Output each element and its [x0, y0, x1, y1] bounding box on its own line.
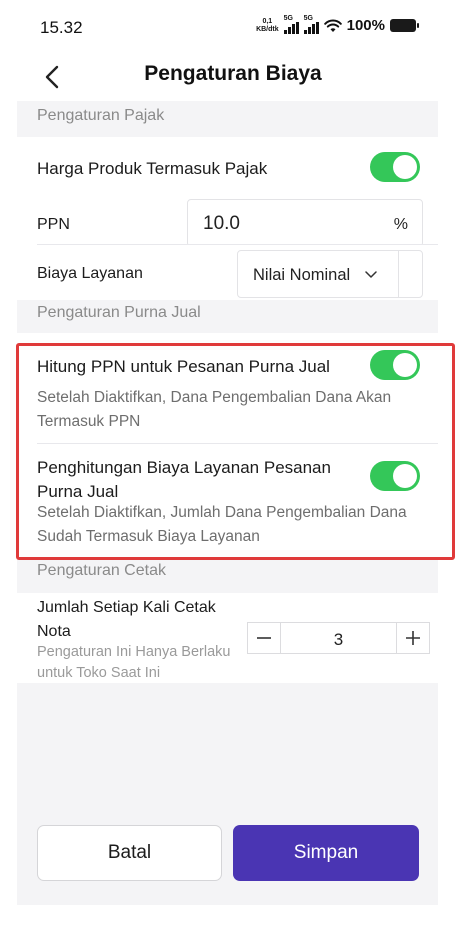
wifi-icon [323, 19, 342, 32]
print-count-value[interactable]: 3 [280, 623, 397, 653]
section-title-print: Pengaturan Cetak [37, 562, 166, 579]
decrement-button[interactable] [248, 623, 280, 653]
signal-icon: 5G [283, 15, 299, 34]
section-title-tax: Pengaturan Pajak [37, 107, 165, 124]
row-service-fee: Biaya Layanan Nilai Nominal [17, 244, 438, 300]
status-time: 15.32 [40, 18, 83, 37]
ppn-unit: % [393, 216, 408, 233]
minus-icon [257, 637, 271, 639]
ppn-value: 10.0 [203, 213, 240, 234]
page-title: Pengaturan Biaya [144, 62, 322, 85]
service-fee-selected: Nilai Nominal [253, 266, 351, 284]
highlight-box [16, 343, 455, 560]
header: Pengaturan Biaya [0, 56, 466, 100]
network-speed-value: 0,1 [262, 17, 273, 25]
print-count-label: Jumlah Setiap Kali Cetak Nota [37, 599, 216, 640]
print-count-stepper: 3 [247, 622, 430, 654]
price-includes-tax-toggle[interactable] [370, 152, 420, 182]
increment-button[interactable] [397, 623, 429, 653]
ppn-label: PPN [37, 216, 70, 233]
cancel-button[interactable]: Batal [37, 825, 222, 881]
status-bar: 15.32 0,1 KB/dtk 5G 5G 100% [0, 0, 466, 56]
battery-percent: 100% [346, 17, 385, 34]
section-title-after-sales: Pengaturan Purna Jual [37, 304, 201, 321]
signal-icon-2: 5G [303, 15, 319, 34]
print-count-note: Pengaturan Ini Hanya Berlaku untuk Toko … [37, 644, 231, 681]
row-price-includes-tax: Harga Produk Termasuk Pajak [17, 137, 438, 187]
row-ppn: PPN 10.0 % [17, 187, 438, 247]
network-speed-unit: KB/dtk [256, 25, 279, 33]
price-includes-tax-label: Harga Produk Termasuk Pajak [37, 159, 268, 178]
status-icons: 0,1 KB/dtk 5G 5G 100% [256, 15, 419, 34]
chevron-down-icon [365, 271, 377, 278]
ppn-input[interactable]: 10.0 % [187, 199, 423, 247]
battery-icon [390, 19, 419, 32]
save-button[interactable]: Simpan [233, 825, 419, 881]
network-speed: 0,1 KB/dtk [256, 18, 279, 34]
service-fee-label: Biaya Layanan [37, 265, 143, 282]
plus-icon [406, 631, 420, 645]
service-fee-select[interactable]: Nilai Nominal [237, 250, 423, 298]
